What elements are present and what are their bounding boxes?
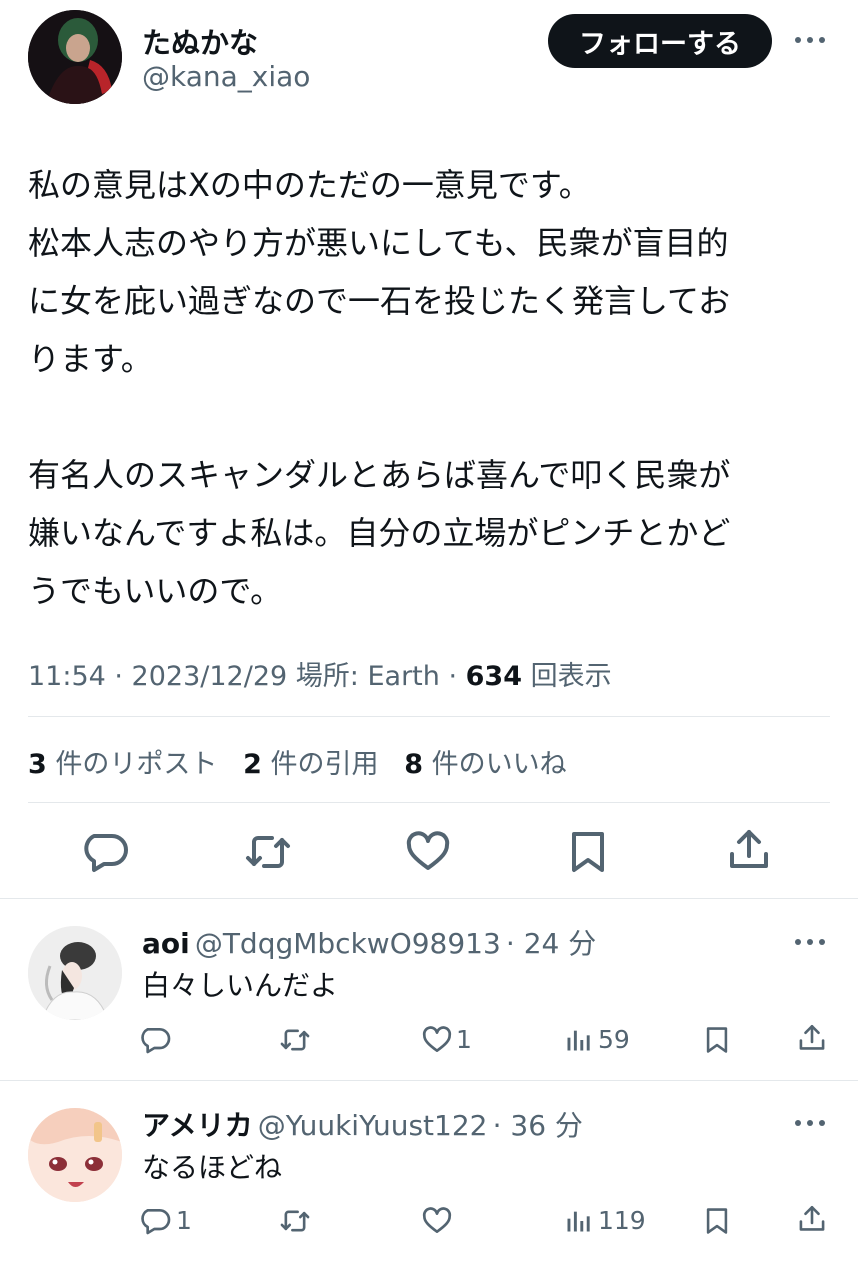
like-icon[interactable] (404, 828, 452, 876)
views-count: 119 (598, 1206, 646, 1235)
reply-icon[interactable] (141, 1024, 173, 1056)
reply-count: 1 (176, 1206, 192, 1235)
like-icon[interactable] (421, 1205, 453, 1237)
reply-author-handle[interactable]: @TdqgMbckwO98913 (195, 927, 501, 960)
tweet-line: 嫌いなんですよ私は。自分の立場がピンチとかど (28, 514, 731, 552)
divider (28, 716, 830, 717)
repost-icon[interactable] (278, 1024, 312, 1056)
author-handle[interactable]: @kana_xiao (142, 60, 310, 93)
follow-button[interactable]: フォローする (548, 14, 772, 68)
reply-header: aoi @TdqgMbckwO98913 · 24 分 (142, 922, 596, 962)
tweet-location: 場所: Earth · (295, 661, 458, 692)
reply-time[interactable]: · 36 分 (493, 1109, 583, 1142)
reply-avatar[interactable] (28, 926, 122, 1020)
views-label: 回表示 (530, 661, 612, 692)
share-icon[interactable] (726, 826, 772, 874)
bookmark-icon[interactable] (703, 1024, 731, 1056)
reply-action-bar: 1 59 (0, 1022, 858, 1062)
views-icon[interactable] (564, 1207, 592, 1235)
tweet-line: うでもいいので。 (28, 572, 283, 610)
author-avatar[interactable] (28, 10, 122, 104)
reply-header: アメリカ @YuukiYuust122 · 36 分 (142, 1104, 583, 1144)
more-options-icon[interactable] (792, 28, 828, 52)
bookmark-icon[interactable] (566, 828, 610, 876)
tweet-line: 松本人志のやり方が悪いにしても、民衆が盲目的 (28, 224, 729, 262)
views-count: 634 (465, 661, 522, 692)
share-icon[interactable] (797, 1203, 827, 1235)
share-icon[interactable] (797, 1022, 827, 1054)
more-options-icon[interactable] (792, 1111, 828, 1135)
like-icon[interactable] (421, 1024, 453, 1056)
engagement-stats: 3 件のリポスト 2 件の引用 8 件のいいね (28, 742, 567, 781)
divider (0, 898, 858, 899)
tweet-text: 私の意見はXの中のただの一意見です。 松本人志のやり方が悪いにしても、民衆が盲目… (28, 156, 828, 620)
reposts-stat[interactable]: 3 件のリポスト (28, 749, 217, 780)
author-name[interactable]: たぬかな (142, 20, 258, 62)
views-count: 59 (598, 1025, 630, 1054)
quotes-stat[interactable]: 2 件の引用 (243, 749, 378, 780)
reply-author-name[interactable]: aoi (142, 927, 190, 960)
reply-icon[interactable] (141, 1205, 173, 1237)
reply-icon[interactable] (84, 828, 132, 876)
tweet-meta: 11:54 · 2023/12/29 場所: Earth · 634 回表示 (28, 654, 612, 693)
reply-author-name[interactable]: アメリカ (142, 1109, 253, 1142)
tweet-line: に女を庇い過ぎなので一石を投じたく発言してお (28, 282, 731, 320)
reply-action-bar: 1 119 (0, 1203, 858, 1243)
tweet-timestamp[interactable]: 11:54 · 2023/12/29 (28, 661, 287, 692)
reply-text: なるほどね (142, 1151, 283, 1184)
repost-icon[interactable] (242, 828, 294, 876)
bookmark-icon[interactable] (703, 1205, 731, 1237)
like-count: 1 (456, 1025, 472, 1054)
tweet-line: 有名人のスキャンダルとあらば喜んで叩く民衆が (28, 456, 731, 494)
reply-text: 白々しいんだよ (142, 969, 339, 1002)
tweet-line: ります。 (28, 340, 153, 378)
reply-time[interactable]: · 24 分 (506, 927, 596, 960)
tweet-line: 私の意見はXの中のただの一意見です。 (28, 166, 591, 204)
reply-author-handle[interactable]: @YuukiYuust122 (258, 1109, 488, 1142)
likes-stat[interactable]: 8 件のいいね (404, 749, 566, 780)
divider (28, 802, 830, 803)
repost-icon[interactable] (278, 1205, 312, 1237)
views-icon[interactable] (564, 1026, 592, 1054)
reply-avatar[interactable] (28, 1108, 122, 1202)
more-options-icon[interactable] (792, 930, 828, 954)
divider (0, 1080, 858, 1081)
